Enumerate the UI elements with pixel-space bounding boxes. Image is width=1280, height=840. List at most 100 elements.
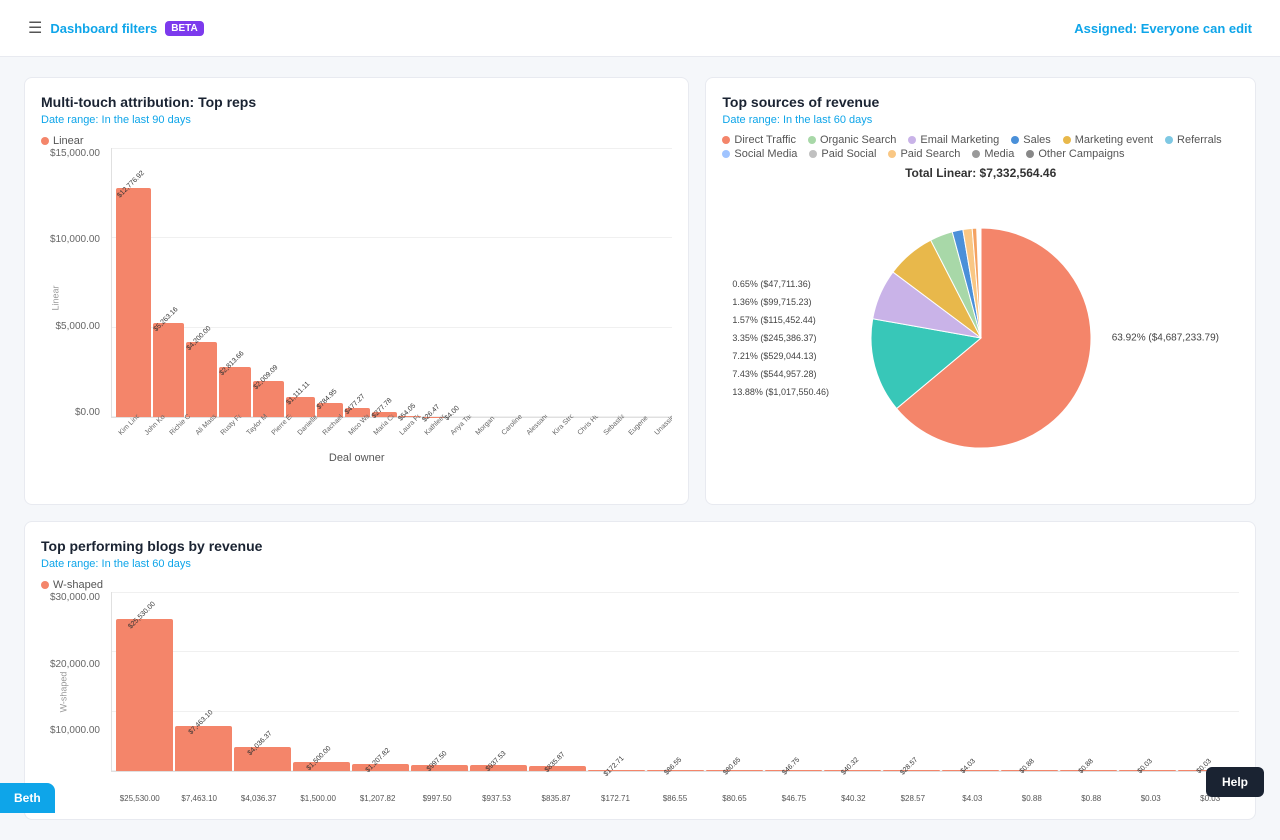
bar-item: $40.32 [824, 592, 881, 771]
bar-bottom-value: $7,463.10 [170, 794, 227, 803]
bar-item: $172.71 [588, 592, 645, 771]
beta-badge: BETA [165, 21, 203, 36]
wshaped-legend-label: W-shaped [53, 579, 103, 591]
bar-bottom-value: $4,036.37 [230, 794, 287, 803]
bars-wrapper-3: $25,530.00$7,463.10$4,036.37$1,500.00$1,… [112, 592, 1239, 771]
bar-item: $0.03 [1119, 592, 1176, 771]
x-axis-title-1: Deal owner [41, 452, 672, 464]
bar-item [609, 148, 627, 417]
bars-area-1: $12,776.92$5,263.16$4,200.00$2,813.66$2,… [111, 148, 672, 418]
legend-dot [722, 150, 730, 158]
legend-label: Referrals [1177, 134, 1222, 146]
bar-item: $0.03 [1178, 592, 1235, 771]
pie-container: 0.65% ($47,711.36)1.36% ($99,715.23)1.57… [722, 188, 1239, 488]
blogs-chart-area: W-shaped $30,000.00 $20,000.00 $10,000.0… [41, 592, 1239, 792]
bar-bottom-value: $46.75 [765, 794, 822, 803]
pie-total: Total Linear: $7,332,564.46 [722, 166, 1239, 180]
legend-dot [1011, 136, 1019, 144]
top-bar: ☰ Dashboard filters BETA Assigned: Every… [0, 0, 1280, 57]
bar-item: $2,813.66 [219, 148, 250, 417]
y-labels-1: $15,000.00 $10,000.00 $5,000.00 $0.00 [41, 148, 106, 418]
legend-label: Organic Search [820, 134, 896, 146]
bar-item [548, 148, 566, 417]
bar-item [487, 148, 505, 417]
linear-legend-label: Linear [53, 135, 84, 147]
pie-labels-left: 0.65% ($47,711.36)1.36% ($99,715.23)1.57… [732, 279, 829, 397]
bar-bottom-value: $86.55 [646, 794, 703, 803]
y-label: $5,000.00 [41, 321, 100, 332]
bar-bottom-value: $0.88 [1003, 794, 1060, 803]
bar-item: $80.65 [706, 592, 763, 771]
pie-label: 3.35% ($245,386.37) [732, 333, 829, 343]
pie-legend-item: Referrals [1165, 134, 1222, 146]
multitouch-legend: Linear [41, 134, 672, 148]
pie-legend-item: Media [972, 148, 1014, 160]
legend-label: Paid Social [821, 148, 876, 160]
bar-item: $937.53 [470, 592, 527, 771]
bar-item [589, 148, 607, 417]
bar-bottom-value: $1,207.82 [349, 794, 406, 803]
hamburger-icon[interactable]: ☰ [28, 18, 42, 38]
bar-item: $54.05 [399, 148, 420, 417]
legend-label: Marketing event [1075, 134, 1153, 146]
legend-dot [888, 150, 896, 158]
bar-item [650, 148, 668, 417]
assigned-label: Assigned: [1074, 21, 1137, 36]
legend-dot [809, 150, 817, 158]
blogs-title: Top performing blogs by revenue [41, 538, 1239, 554]
y-label: $0.00 [41, 407, 100, 418]
pie-legend-item: Direct Traffic [722, 134, 796, 146]
bottom-values: $25,530.00$7,463.10$4,036.37$1,500.00$1,… [111, 794, 1239, 803]
bar-item: $1,207.82 [352, 592, 409, 771]
y-label: $30,000.00 [41, 592, 100, 603]
pie-label: 13.88% ($1,017,550.46) [732, 387, 829, 397]
assigned-value[interactable]: Everyone can edit [1141, 21, 1252, 36]
bar-bottom-value: $172.71 [587, 794, 644, 803]
multitouch-date: Date range: In the last 90 days [41, 114, 672, 126]
help-button[interactable]: Help [1206, 767, 1264, 797]
legend-label: Direct Traffic [734, 134, 796, 146]
legend-dot [722, 136, 730, 144]
top-charts-row: Multi-touch attribution: Top reps Date r… [24, 77, 1256, 505]
y-label: $10,000.00 [41, 725, 100, 736]
bar-item: $835.87 [529, 592, 586, 771]
x-labels-3 [111, 774, 1239, 792]
bar-bottom-value: $1,500.00 [289, 794, 346, 803]
bar-item: $4,036.37 [234, 592, 291, 771]
pie-legend-item: Other Campaigns [1026, 148, 1124, 160]
legend-label: Sales [1023, 134, 1051, 146]
pie-legend-item: Paid Social [809, 148, 876, 160]
bar-item [630, 148, 648, 417]
bar-item: $277.78 [372, 148, 397, 417]
dashboard-filters-label[interactable]: Dashboard filters [50, 21, 157, 36]
y-label: $20,000.00 [41, 659, 100, 670]
legend-label: Media [984, 148, 1014, 160]
y-labels-3: $30,000.00 $20,000.00 $10,000.00 [41, 592, 106, 792]
pie-legend-item: Marketing event [1063, 134, 1153, 146]
revenue-sources-title: Top sources of revenue [722, 94, 1239, 110]
blogs-card: Top performing blogs by revenue Date ran… [24, 521, 1256, 820]
pie-legends: Direct TrafficOrganic SearchEmail Market… [722, 134, 1239, 160]
bar-item: $28.57 [883, 592, 940, 771]
legend-label: Other Campaigns [1038, 148, 1124, 160]
bars-wrapper-1: $12,776.92$5,263.16$4,200.00$2,813.66$2,… [112, 148, 672, 417]
bar-bottom-value: $835.87 [527, 794, 584, 803]
bar-item: $784.95 [317, 148, 342, 417]
bar [153, 323, 184, 417]
bar-bottom-value: $0.03 [1122, 794, 1179, 803]
blogs-legend: W-shaped [41, 578, 1239, 592]
beth-label[interactable]: Beth [0, 783, 55, 813]
bar-item: $477.27 [345, 148, 370, 417]
legend-dot [1063, 136, 1071, 144]
bar-bottom-value: $4.03 [944, 794, 1001, 803]
pie-legend-item: Paid Search [888, 148, 960, 160]
y-label: $10,000.00 [41, 234, 100, 245]
bar-item: $46.75 [765, 592, 822, 771]
legend-dot [972, 150, 980, 158]
bar-item: $4,200.00 [186, 148, 217, 417]
y-label: $15,000.00 [41, 148, 100, 159]
bar-item: $26.47 [423, 148, 444, 417]
revenue-sources-card: Top sources of revenue Date range: In th… [705, 77, 1256, 505]
x-axis-labels-1: Kim LindgrenJohn KoerkeRichie CardinaleA… [111, 420, 672, 448]
bar-bottom-value: $28.57 [884, 794, 941, 803]
